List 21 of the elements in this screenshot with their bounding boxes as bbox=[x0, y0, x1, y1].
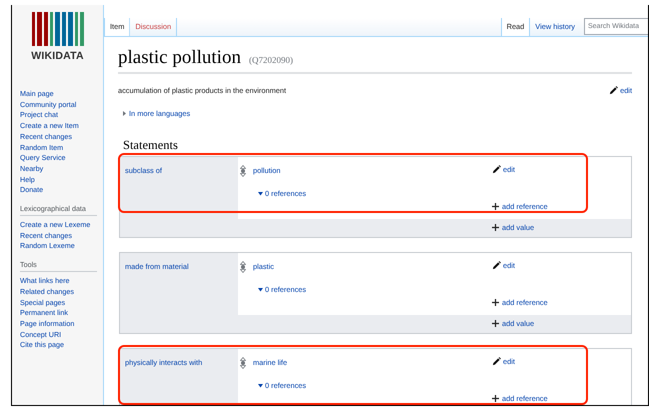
caret-icon bbox=[258, 192, 263, 196]
plus-icon bbox=[492, 320, 499, 327]
item-id: (Q7202090) bbox=[248, 55, 293, 65]
caret-icon bbox=[258, 288, 263, 292]
caret-icon bbox=[123, 111, 126, 116]
plus-icon bbox=[492, 203, 499, 210]
plus-icon bbox=[492, 395, 499, 402]
plus-icon bbox=[492, 299, 499, 306]
barcode-logo-icon[interactable] bbox=[32, 12, 84, 46]
rank-icon[interactable] bbox=[240, 165, 246, 177]
rank-icon[interactable] bbox=[240, 357, 246, 369]
pencil-icon bbox=[492, 357, 501, 366]
logo-wordmark[interactable]: WIKIDATA bbox=[31, 50, 84, 62]
pencil-icon bbox=[492, 165, 501, 174]
pencil-icon bbox=[609, 86, 618, 95]
item-title: plastic pollution bbox=[118, 47, 241, 69]
plus-icon bbox=[492, 224, 499, 231]
pencil-icon bbox=[492, 261, 501, 270]
rank-icon[interactable] bbox=[240, 261, 246, 273]
section-heading: Statements bbox=[123, 138, 179, 153]
caret-icon bbox=[258, 384, 263, 388]
